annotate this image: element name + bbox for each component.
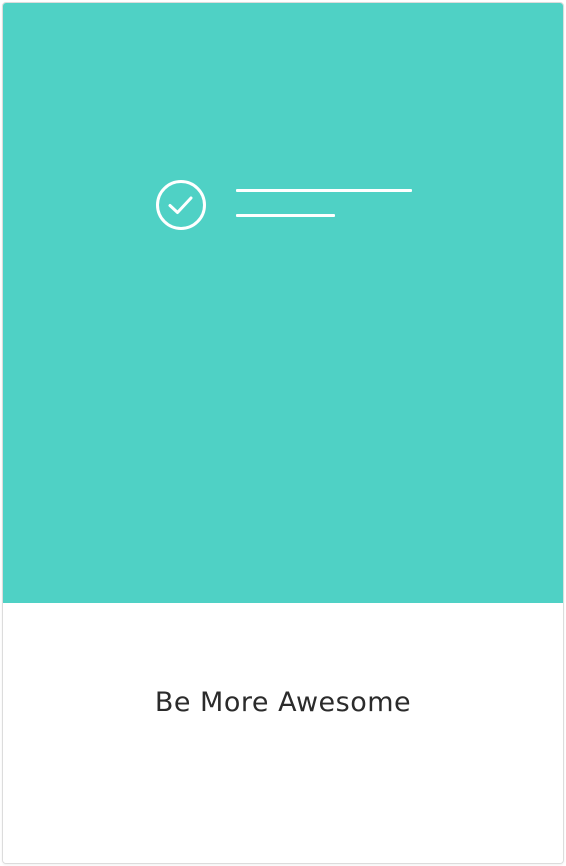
card-illustration — [3, 3, 563, 603]
placeholder-line-long — [236, 189, 412, 192]
check-circle-icon — [156, 180, 206, 230]
feature-card[interactable]: Be More Awesome — [2, 2, 564, 864]
card-title: Be More Awesome — [154, 687, 412, 718]
placeholder-line-short — [236, 214, 335, 217]
card-caption-area: Be More Awesome — [3, 603, 563, 863]
